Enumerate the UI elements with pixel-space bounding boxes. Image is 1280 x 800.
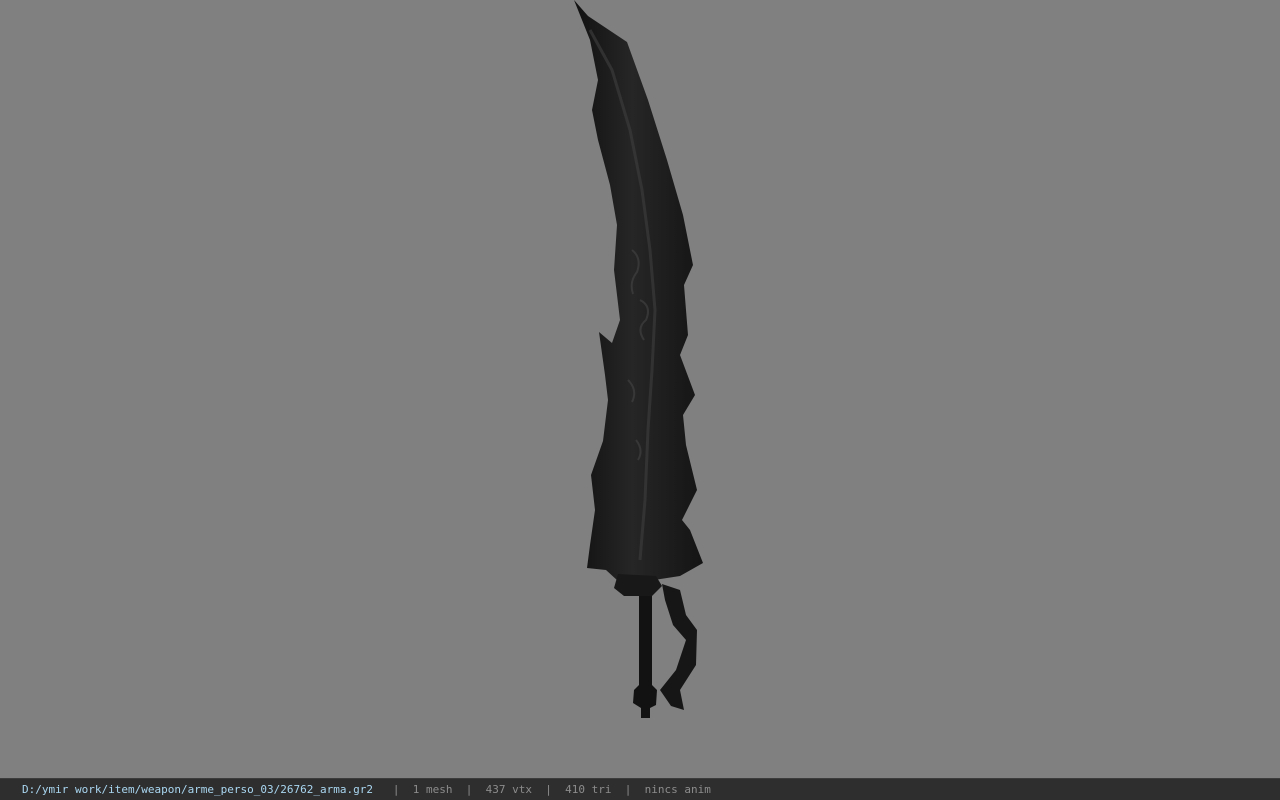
anim-status: nincs anim (644, 783, 711, 796)
sword-blade (574, 0, 703, 581)
sword-model-render (574, 0, 703, 718)
sword-tassel (660, 584, 697, 710)
separator: | (624, 783, 632, 796)
status-bar: D:/ymir work/item/weapon/arme_perso_03/2… (0, 778, 1280, 800)
3d-viewport[interactable] (0, 0, 1280, 778)
vertex-count: 437 vtx (485, 783, 532, 796)
sword-handle (633, 596, 657, 718)
file-path: D:/ymir work/item/weapon/arme_perso_03/2… (22, 783, 373, 796)
separator: | (392, 783, 400, 796)
mesh-count: 1 mesh (412, 783, 453, 796)
separator: | (465, 783, 473, 796)
separator: | (545, 783, 552, 796)
triangle-count: 410 tri (565, 783, 612, 796)
sword-guard (614, 574, 662, 596)
